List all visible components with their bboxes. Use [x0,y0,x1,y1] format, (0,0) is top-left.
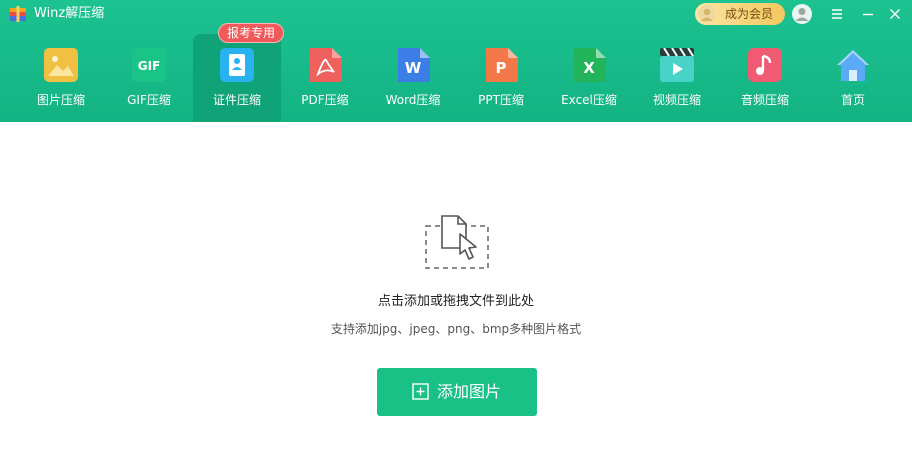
home-icon [837,50,869,81]
word-icon: W [398,48,430,82]
user-icon [795,8,809,21]
nav-label: PPT压缩 [478,93,524,107]
nav-item-gif-compress[interactable]: GIF GIF压缩 [105,34,193,122]
nav-label: 证件压缩 [212,93,261,107]
become-member-label: 成为会员 [725,7,774,21]
id-card-icon [220,48,254,82]
menu-icon [832,9,842,19]
nav-item-image-compress[interactable]: 图片压缩 [17,34,105,122]
nav-item-word-compress[interactable]: W Word压缩 [369,34,457,122]
svg-text:P: P [496,59,507,77]
svg-text:GIF: GIF [138,59,161,73]
nav-label: Excel压缩 [561,93,617,107]
drop-zone-hint: 支持添加jpg、jpeg、png、bmp多种图片格式 [330,322,582,336]
nav-item-video-compress[interactable]: 视频压缩 [633,34,721,122]
menu-button[interactable] [827,4,847,24]
svg-text:X: X [583,59,595,77]
become-member-button[interactable]: 成为会员 [695,3,785,25]
image-icon [44,48,78,82]
gif-icon: GIF [132,48,166,82]
app-title: Winz解压缩 [34,6,105,21]
title-bar: Winz解压缩 成为会员 [0,0,912,28]
header: Winz解压缩 成为会员 图片压缩 GIF GIF压缩 证件压缩 PDF压缩 W… [0,0,912,122]
nav-item-pdf-compress[interactable]: PDF压缩 [281,34,369,122]
ppt-icon: P [486,48,518,82]
nav-label: GIF压缩 [127,93,171,107]
nav-label: PDF压缩 [301,93,349,107]
nav-label: 图片压缩 [36,93,85,107]
excel-icon: X [574,48,606,82]
tool-nav: 图片压缩 GIF GIF压缩 证件压缩 PDF压缩 W Word压缩 P PPT… [0,23,912,122]
add-image-button[interactable]: 添加图片 [377,368,537,416]
minimize-button[interactable] [858,4,878,24]
file-drop-zone[interactable]: 点击添加或拖拽文件到此处 支持添加jpg、jpeg、png、bmp多种图片格式 … [0,122,912,456]
video-icon [660,48,694,82]
nav-label: 音频压缩 [740,93,789,107]
plus-icon [412,383,429,400]
nav-item-id-compress[interactable]: 证件压缩 [193,34,281,122]
drag-file-icon [425,215,489,269]
member-avatar-icon [698,5,716,23]
app-logo-icon [10,6,26,22]
nav-label: Word压缩 [385,93,441,107]
nav-item-audio-compress[interactable]: 音频压缩 [721,34,809,122]
close-icon [890,9,900,19]
add-image-label: 添加图片 [437,382,502,401]
drop-zone-title: 点击添加或拖拽文件到此处 [377,294,534,309]
svg-text:W: W [405,59,422,77]
close-button[interactable] [885,4,905,24]
audio-icon [748,48,782,82]
nav-item-home[interactable]: 首页 [809,34,897,122]
exam-special-badge: 报考专用 [218,23,284,43]
nav-label: 首页 [840,93,865,107]
pdf-icon [310,48,342,82]
nav-item-ppt-compress[interactable]: P PPT压缩 [457,34,545,122]
nav-label: 视频压缩 [652,93,701,107]
minimize-icon [863,13,873,16]
user-button[interactable] [792,4,812,24]
nav-item-excel-compress[interactable]: X Excel压缩 [545,34,633,122]
